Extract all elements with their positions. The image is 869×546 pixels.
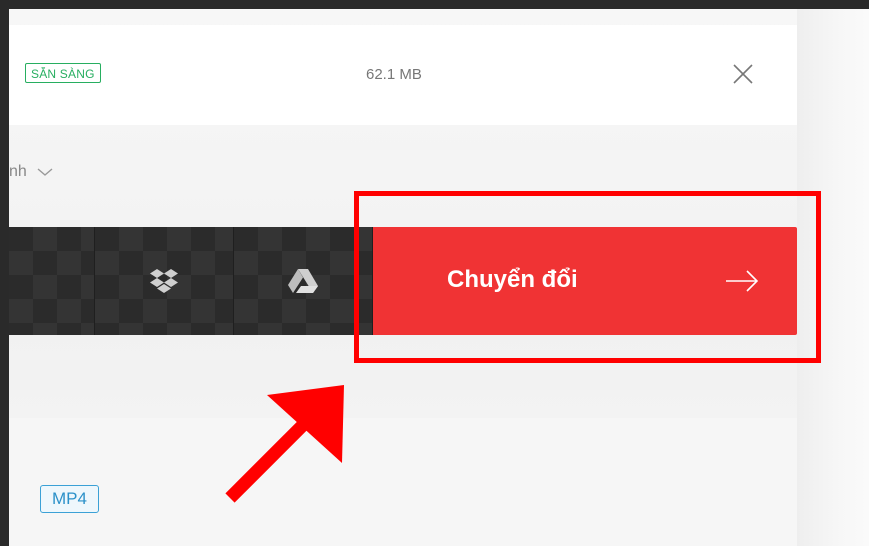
google-drive-button[interactable] xyxy=(234,227,373,335)
close-button[interactable] xyxy=(732,63,754,85)
upload-source-tile[interactable] xyxy=(9,227,95,335)
action-bar: Chuyển đổi xyxy=(9,227,797,335)
dropbox-icon xyxy=(150,269,178,293)
output-options-dropdown[interactable]: nh xyxy=(9,158,53,186)
arrow-right-icon xyxy=(726,270,759,292)
output-format-card: MP4 xyxy=(9,418,797,546)
status-badge: SẴN SÀNG xyxy=(25,63,101,83)
file-card: SẴN SÀNG 62.1 MB xyxy=(9,25,797,125)
close-icon xyxy=(733,64,753,84)
format-badge[interactable]: MP4 xyxy=(40,485,99,513)
file-size: 62.1 MB xyxy=(366,66,422,83)
convert-button[interactable]: Chuyển đổi xyxy=(373,227,797,335)
dropbox-button[interactable] xyxy=(95,227,234,335)
convert-button-label: Chuyển đổi xyxy=(447,266,578,293)
chevron-down-icon xyxy=(37,168,53,176)
page-background-right xyxy=(797,9,869,546)
google-drive-icon xyxy=(288,269,318,293)
options-label: nh xyxy=(9,163,27,180)
